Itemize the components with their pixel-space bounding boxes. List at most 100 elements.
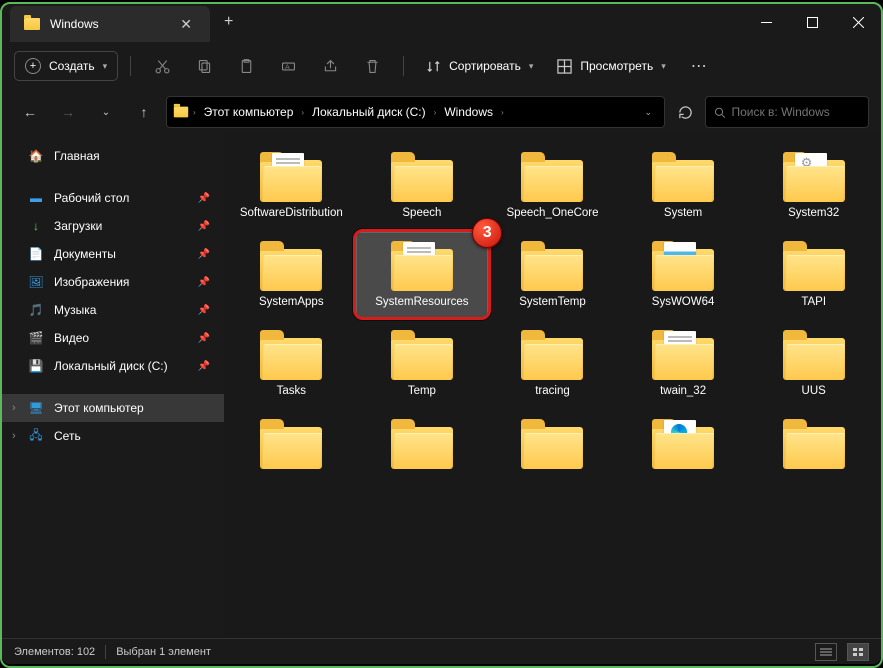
pin-icon: 📌 [198, 361, 210, 372]
folder-item[interactable]: SystemTemp [487, 233, 618, 318]
folder-label: System [664, 206, 702, 221]
sidebar-thispc[interactable]: 🖥Этот компьютер [2, 394, 224, 422]
chevron-icon[interactable]: › [191, 108, 198, 117]
window-controls [743, 2, 881, 42]
view-label: Просмотреть [580, 59, 653, 73]
folder-item[interactable] [748, 411, 879, 481]
delete-icon[interactable] [353, 48, 391, 84]
path-dropdown[interactable]: ⌄ [638, 107, 658, 118]
folder-item[interactable]: Temp [357, 322, 488, 407]
minimize-button[interactable] [743, 2, 789, 42]
close-tab-icon[interactable]: ✕ [176, 16, 196, 33]
folder-icon [652, 419, 714, 469]
path-thispc[interactable]: Этот компьютер [200, 103, 298, 121]
paste-icon[interactable] [227, 48, 265, 84]
folder-item[interactable]: Tasks [226, 322, 357, 407]
new-tab-button[interactable]: + [210, 13, 247, 31]
history-button[interactable]: ⌄ [90, 96, 122, 128]
folder-item[interactable]: tracing [487, 322, 618, 407]
folder-icon [783, 419, 845, 469]
maximize-button[interactable] [789, 2, 835, 42]
folder-item[interactable]: Speech [357, 144, 488, 229]
folder-item[interactable] [226, 411, 357, 481]
folder-icon [174, 107, 188, 118]
sidebar-desktop[interactable]: ▬Рабочий стол📌 [2, 184, 224, 212]
folder-item[interactable]: SystemApps [226, 233, 357, 318]
sidebar-network[interactable]: 🖧Сеть [2, 422, 224, 450]
close-button[interactable] [835, 2, 881, 42]
folder-label: twain_32 [660, 384, 706, 399]
view-icon [557, 59, 572, 74]
address-bar[interactable]: › Этот компьютер › Локальный диск (C:) ›… [166, 96, 665, 128]
sidebar-label: Изображения [54, 275, 129, 289]
folder-icon [391, 152, 453, 202]
folder-icon [783, 330, 845, 380]
content-area[interactable]: SoftwareDistributionSpeechSpeech_OneCore… [224, 134, 881, 638]
more-button[interactable]: ⋯ [680, 48, 718, 84]
folder-label: SysWOW64 [652, 295, 715, 310]
sidebar-music[interactable]: 🎵Музыка📌 [2, 296, 224, 324]
folder-item[interactable]: SysWOW64 [618, 233, 749, 318]
folder-icon [260, 330, 322, 380]
folder-item[interactable] [487, 411, 618, 481]
folder-icon [391, 241, 453, 291]
folder-item[interactable]: TAPI [748, 233, 879, 318]
search-box[interactable] [705, 96, 869, 128]
search-icon [714, 106, 725, 119]
video-icon: 🎬 [28, 330, 44, 346]
details-view-button[interactable] [815, 643, 837, 661]
sort-label: Сортировать [449, 59, 521, 73]
network-icon: 🖧 [28, 428, 44, 444]
sidebar-videos[interactable]: 🎬 Видео 📌 [2, 324, 224, 352]
status-selected: Выбран 1 элемент [116, 646, 211, 658]
folder-item[interactable]: SoftwareDistribution [226, 144, 357, 229]
rename-icon[interactable]: A [269, 48, 307, 84]
explorer-window: Windows ✕ + + Создать ▾ A Сортировать ▾ [2, 2, 881, 664]
download-icon: ↓ [28, 218, 44, 234]
path-cdrive[interactable]: Локальный диск (C:) [308, 103, 430, 121]
picture-icon: 🖼 [28, 274, 44, 290]
refresh-button[interactable] [671, 98, 699, 126]
path-windows[interactable]: Windows [440, 103, 497, 121]
sidebar-home[interactable]: 🏠Главная [2, 142, 224, 170]
sidebar-pictures[interactable]: 🖼Изображения📌 [2, 268, 224, 296]
view-button[interactable]: Просмотреть ▾ [547, 53, 675, 80]
folder-item[interactable] [618, 411, 749, 481]
sidebar-documents[interactable]: 📄Документы📌 [2, 240, 224, 268]
chevron-icon[interactable]: › [432, 108, 439, 117]
sidebar-label: Локальный диск (С:) [54, 359, 168, 373]
folder-item[interactable]: SystemResources [357, 233, 488, 318]
folder-icon [260, 152, 322, 202]
sidebar-label: Главная [54, 149, 100, 163]
create-button[interactable]: + Создать ▾ [14, 51, 118, 81]
sort-button[interactable]: Сортировать ▾ [416, 53, 543, 80]
sidebar: 🏠Главная ▬Рабочий стол📌 ↓Загрузки📌 📄Доку… [2, 134, 224, 638]
sidebar-label: Видео [54, 331, 89, 345]
folder-item[interactable]: UUS [748, 322, 879, 407]
forward-button[interactable]: → [52, 96, 84, 128]
folder-item[interactable]: twain_32 [618, 322, 749, 407]
folder-item[interactable]: System32 [748, 144, 879, 229]
svg-text:A: A [285, 64, 290, 71]
up-button[interactable]: ↑ [128, 96, 160, 128]
folder-icon [783, 152, 845, 202]
tab-windows[interactable]: Windows ✕ [10, 6, 210, 42]
search-input[interactable] [731, 105, 860, 119]
folder-item[interactable] [357, 411, 488, 481]
cut-icon[interactable] [143, 48, 181, 84]
icons-view-button[interactable] [847, 643, 869, 661]
folder-item[interactable]: Speech_OneCore [487, 144, 618, 229]
pin-icon: 📌 [198, 305, 210, 316]
separator [130, 56, 131, 76]
chevron-icon[interactable]: › [499, 108, 506, 117]
sidebar-downloads[interactable]: ↓Загрузки📌 [2, 212, 224, 240]
pin-icon: 📌 [198, 333, 210, 344]
status-count: Элементов: 102 [14, 646, 95, 658]
sidebar-cdrive[interactable]: 💾Локальный диск (С:)📌 [2, 352, 224, 380]
back-button[interactable]: ← [14, 96, 46, 128]
share-icon[interactable] [311, 48, 349, 84]
copy-icon[interactable] [185, 48, 223, 84]
folder-item[interactable]: System [618, 144, 749, 229]
tab-title: Windows [50, 17, 166, 31]
chevron-icon[interactable]: › [299, 108, 306, 117]
